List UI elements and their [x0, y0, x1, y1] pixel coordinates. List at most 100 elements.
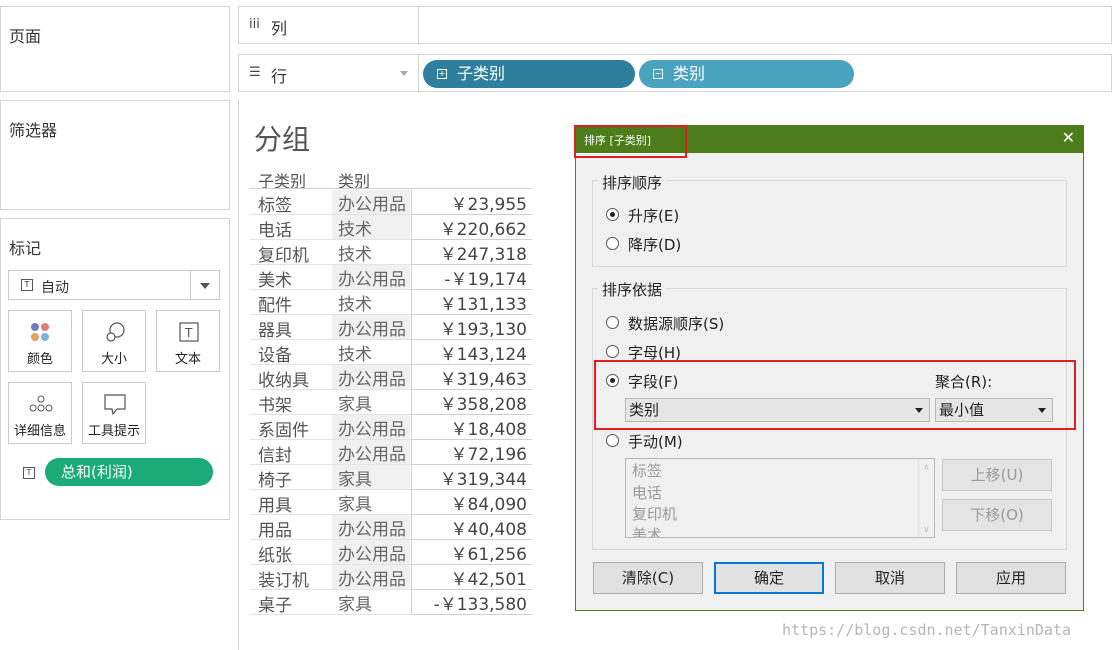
color-button[interactable]: 颜色: [8, 310, 72, 372]
table-row[interactable]: 配件 技术 ￥131,133: [250, 290, 532, 316]
category-cell: 技术: [338, 245, 372, 265]
datasource-radio[interactable]: [606, 316, 619, 329]
table-row[interactable]: 复印机 技术 ￥247,318: [250, 240, 532, 266]
move-up-button[interactable]: 上移(U): [942, 459, 1052, 491]
size-button[interactable]: 大小: [82, 310, 146, 372]
size-label: 大小: [100, 352, 127, 367]
profit-cell: ￥319,463: [411, 365, 532, 390]
manual-radio[interactable]: [606, 434, 619, 447]
clear-button[interactable]: 清除(C): [593, 562, 703, 594]
category-cell: 技术: [332, 215, 410, 240]
table-row[interactable]: 标签 办公用品 ￥23,955: [250, 190, 532, 216]
table-row[interactable]: 纸张 办公用品 ￥61,256: [250, 540, 532, 566]
subcategory-cell: 椅子: [258, 471, 292, 491]
subcategory-cell: 配件: [258, 296, 292, 316]
category-cell: 办公用品: [332, 190, 410, 215]
subcategory-cell: 器具: [258, 321, 292, 341]
chevron-down-icon: [200, 283, 210, 289]
profit-cell: ￥319,344: [411, 465, 532, 490]
profit-cell: ￥40,408: [411, 515, 532, 540]
profit-cell: ￥247,318: [411, 240, 532, 265]
text-box-icon: T: [157, 321, 219, 345]
highlight-field-box: [594, 360, 1076, 430]
subcategory-cell: 系固件: [258, 421, 309, 441]
row-pill-subcategory[interactable]: + 子类别: [423, 60, 635, 88]
category-cell: 办公用品: [332, 540, 410, 565]
ok-button[interactable]: 确定: [714, 562, 824, 594]
table-row[interactable]: 信封 办公用品 ￥72,196: [250, 440, 532, 466]
desc-radio[interactable]: [606, 237, 619, 250]
filters-title: 筛选器: [9, 121, 58, 140]
text-mark-icon: T: [21, 279, 33, 291]
category-cell: 办公用品: [332, 365, 410, 390]
subcategory-cell: 设备: [258, 346, 292, 366]
profit-cell: ￥61,256: [411, 540, 532, 565]
category-cell: 办公用品: [332, 265, 410, 290]
mark-type-dropdown[interactable]: T 自动: [8, 270, 220, 300]
desc-label[interactable]: 降序(D): [628, 234, 681, 255]
category-cell: 办公用品: [332, 565, 410, 590]
cancel-button[interactable]: 取消: [835, 562, 945, 594]
manual-order-list[interactable]: 标签 电话 复印机 美术 ∧ ∨: [625, 458, 935, 538]
table-row[interactable]: 收纳具 办公用品 ￥319,463: [250, 365, 532, 391]
subcategory-cell: 纸张: [258, 546, 292, 566]
category-cell: 办公用品: [332, 415, 410, 440]
row-pill-category[interactable]: − 类别: [639, 60, 854, 88]
profit-cell: ￥84,090: [411, 490, 532, 515]
profit-cell: ￥358,208: [411, 390, 532, 415]
color-label: 颜色: [26, 352, 53, 367]
rows-shelf[interactable]: ☰ 行 + 子类别 − 类别: [238, 54, 1112, 92]
profit-cell: ￥143,124: [411, 340, 532, 365]
table-row[interactable]: 系固件 办公用品 ￥18,408: [250, 415, 532, 441]
subcategory-cell: 复印机: [258, 246, 309, 266]
columns-icon: iii: [249, 17, 260, 32]
asc-label[interactable]: 升序(E): [628, 205, 679, 226]
dropdown-separator: [190, 271, 191, 299]
rows-shelf-label-cell: ☰ 行: [239, 55, 419, 91]
rows-label: 行: [271, 67, 288, 86]
alpha-radio[interactable]: [606, 345, 619, 358]
asc-radio[interactable]: [606, 208, 619, 221]
tooltip-button[interactable]: 工具提示: [82, 382, 146, 444]
category-cell: 家具: [338, 595, 372, 615]
watermark: https://blog.csdn.net/TanxinData: [782, 621, 1071, 639]
category-cell: 办公用品: [332, 440, 410, 465]
table-row[interactable]: 器具 办公用品 ￥193,130: [250, 315, 532, 341]
text-button[interactable]: T 文本: [156, 310, 220, 372]
text-mark-icon: T: [23, 467, 35, 479]
scroll-up-icon: ∧: [923, 463, 930, 473]
expand-icon: +: [437, 69, 447, 79]
apply-button[interactable]: 应用: [956, 562, 1066, 594]
cell-divider: [332, 614, 411, 615]
table-row[interactable]: 桌子 家具 -￥133,580: [250, 590, 532, 616]
table-row[interactable]: 用品 办公用品 ￥40,408: [250, 515, 532, 541]
move-down-button[interactable]: 下移(O): [942, 499, 1052, 531]
profit-cell: -￥19,174: [411, 265, 532, 290]
pages-panel: 页面: [0, 6, 230, 92]
table-row[interactable]: 装订机 办公用品 ￥42,501: [250, 565, 532, 591]
cell-divider: [250, 614, 332, 615]
datasource-label[interactable]: 数据源顺序(S): [628, 313, 724, 334]
table-row[interactable]: 书架 家具 ￥358,208: [250, 390, 532, 416]
manual-label[interactable]: 手动(M): [628, 431, 683, 452]
subcategory-cell: 美术: [258, 271, 292, 291]
close-icon[interactable]: ✕: [1062, 128, 1075, 147]
table-row[interactable]: 用具 家具 ￥84,090: [250, 490, 532, 516]
header-underline: [250, 188, 532, 189]
subcategory-cell: 用具: [258, 496, 292, 516]
table-row[interactable]: 电话 技术 ￥220,662: [250, 215, 532, 241]
detail-label: 详细信息: [13, 424, 66, 439]
columns-shelf-label-cell: iii 列: [239, 7, 419, 43]
tooltip-icon: [83, 393, 145, 417]
columns-shelf[interactable]: iii 列: [238, 6, 1112, 44]
table-row[interactable]: 椅子 家具 ￥319,344: [250, 465, 532, 491]
table-row[interactable]: 美术 办公用品 -￥19,174: [250, 265, 532, 291]
table-row[interactable]: 设备 技术 ￥143,124: [250, 340, 532, 366]
profit-cell: ￥23,955: [411, 190, 532, 215]
chevron-down-icon: [400, 71, 408, 76]
row-pill-label: 子类别: [457, 64, 506, 83]
detail-button[interactable]: 详细信息: [8, 382, 72, 444]
measure-pill[interactable]: 总和(利润): [45, 458, 213, 486]
list-scrollbar[interactable]: ∧ ∨: [918, 459, 934, 537]
profit-cell: -￥133,580: [411, 590, 532, 615]
